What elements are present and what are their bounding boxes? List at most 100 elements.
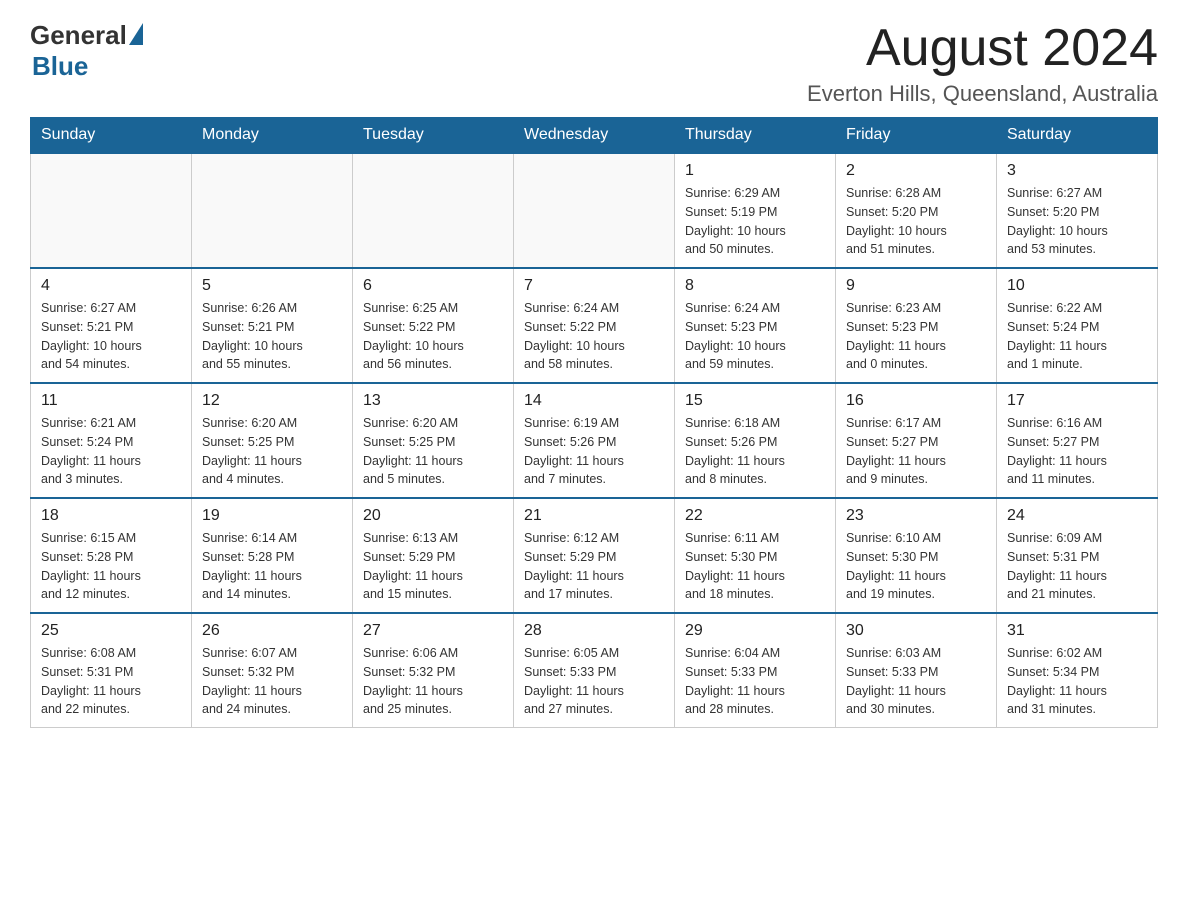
weekday-header-monday: Monday <box>192 118 353 154</box>
day-info: Sunrise: 6:07 AM Sunset: 5:32 PM Dayligh… <box>202 644 342 719</box>
day-info: Sunrise: 6:24 AM Sunset: 5:23 PM Dayligh… <box>685 299 825 374</box>
weekday-header-tuesday: Tuesday <box>353 118 514 154</box>
calendar-cell: 22Sunrise: 6:11 AM Sunset: 5:30 PM Dayli… <box>675 498 836 613</box>
logo-general-text: General <box>30 20 127 51</box>
calendar-cell: 31 Sunrise: 6:02 AM Sunset: 5:34 PM Dayli… <box>997 613 1158 728</box>
calendar-cell: 26 Sunrise: 6:07 AM Sunset: 5:32 PM Dayli… <box>192 613 353 728</box>
day-info: Sunrise: 6:20 AM Sunset: 5:25 PM Dayligh… <box>363 414 503 489</box>
calendar-cell: 28 Sunrise: 6:05 AM Sunset: 5:33 PM Dayli… <box>514 613 675 728</box>
calendar-cell: 13 Sunrise: 6:20 AM Sunset: 5:25 PM Dayli… <box>353 383 514 498</box>
day-info: Sunrise: 6:08 AM Sunset: 5:31 PM Dayligh… <box>41 644 181 719</box>
day-number: 19 <box>202 507 342 525</box>
calendar-week-row: 25 Sunrise: 6:08 AM Sunset: 5:31 PM Dayli… <box>31 613 1158 728</box>
calendar-cell: 1 Sunrise: 6:29 AM Sunset: 5:19 PM Daylig… <box>675 153 836 268</box>
day-number: 1 <box>685 162 825 180</box>
calendar-cell: 8 Sunrise: 6:24 AM Sunset: 5:23 PM Daylig… <box>675 268 836 383</box>
calendar-cell: 20 Sunrise: 6:13 AM Sunset: 5:29 PM Dayli… <box>353 498 514 613</box>
day-number: 10 <box>1007 277 1147 295</box>
calendar-cell: 21Sunrise: 6:12 AM Sunset: 5:29 PM Dayli… <box>514 498 675 613</box>
day-info: Sunrise: 6:25 AM Sunset: 5:22 PM Dayligh… <box>363 299 503 374</box>
day-info: Sunrise: 6:06 AM Sunset: 5:32 PM Dayligh… <box>363 644 503 719</box>
calendar-cell <box>192 153 353 268</box>
day-info: Sunrise: 6:26 AM Sunset: 5:21 PM Dayligh… <box>202 299 342 374</box>
calendar-cell: 24Sunrise: 6:09 AM Sunset: 5:31 PM Dayli… <box>997 498 1158 613</box>
day-info: Sunrise: 6:22 AM Sunset: 5:24 PM Dayligh… <box>1007 299 1147 374</box>
day-number: 21 <box>524 507 664 525</box>
calendar-cell: 18 Sunrise: 6:15 AM Sunset: 5:28 PM Dayli… <box>31 498 192 613</box>
day-number: 28 <box>524 622 664 640</box>
day-number: 9 <box>846 277 986 295</box>
day-number: 8 <box>685 277 825 295</box>
calendar-cell: 17Sunrise: 6:16 AM Sunset: 5:27 PM Dayli… <box>997 383 1158 498</box>
day-info: Sunrise: 6:27 AM Sunset: 5:21 PM Dayligh… <box>41 299 181 374</box>
day-info: Sunrise: 6:05 AM Sunset: 5:33 PM Dayligh… <box>524 644 664 719</box>
day-number: 15 <box>685 392 825 410</box>
day-number: 31 <box>1007 622 1147 640</box>
day-info: Sunrise: 6:03 AM Sunset: 5:33 PM Dayligh… <box>846 644 986 719</box>
month-title: August 2024 <box>807 20 1158 77</box>
calendar-cell: 16Sunrise: 6:17 AM Sunset: 5:27 PM Dayli… <box>836 383 997 498</box>
day-number: 22 <box>685 507 825 525</box>
calendar-cell: 4 Sunrise: 6:27 AM Sunset: 5:21 PM Daylig… <box>31 268 192 383</box>
calendar-header-row: SundayMondayTuesdayWednesdayThursdayFrid… <box>31 118 1158 154</box>
day-info: Sunrise: 6:29 AM Sunset: 5:19 PM Dayligh… <box>685 184 825 259</box>
calendar-cell: 19 Sunrise: 6:14 AM Sunset: 5:28 PM Dayli… <box>192 498 353 613</box>
day-info: Sunrise: 6:02 AM Sunset: 5:34 PM Dayligh… <box>1007 644 1147 719</box>
day-info: Sunrise: 6:13 AM Sunset: 5:29 PM Dayligh… <box>363 529 503 604</box>
logo-blue-text: Blue <box>32 51 88 81</box>
calendar-cell <box>514 153 675 268</box>
day-number: 5 <box>202 277 342 295</box>
day-info: Sunrise: 6:24 AM Sunset: 5:22 PM Dayligh… <box>524 299 664 374</box>
calendar-table: SundayMondayTuesdayWednesdayThursdayFrid… <box>30 117 1158 728</box>
day-info: Sunrise: 6:21 AM Sunset: 5:24 PM Dayligh… <box>41 414 181 489</box>
day-number: 23 <box>846 507 986 525</box>
day-info: Sunrise: 6:27 AM Sunset: 5:20 PM Dayligh… <box>1007 184 1147 259</box>
day-number: 18 <box>41 507 181 525</box>
day-number: 20 <box>363 507 503 525</box>
calendar-cell: 27 Sunrise: 6:06 AM Sunset: 5:32 PM Dayli… <box>353 613 514 728</box>
calendar-cell: 3 Sunrise: 6:27 AM Sunset: 5:20 PM Daylig… <box>997 153 1158 268</box>
day-number: 7 <box>524 277 664 295</box>
day-number: 13 <box>363 392 503 410</box>
day-number: 26 <box>202 622 342 640</box>
calendar-cell: 29 Sunrise: 6:04 AM Sunset: 5:33 PM Dayli… <box>675 613 836 728</box>
day-info: Sunrise: 6:18 AM Sunset: 5:26 PM Dayligh… <box>685 414 825 489</box>
calendar-cell: 6Sunrise: 6:25 AM Sunset: 5:22 PM Daylig… <box>353 268 514 383</box>
day-number: 16 <box>846 392 986 410</box>
calendar-week-row: 11 Sunrise: 6:21 AM Sunset: 5:24 PM Dayli… <box>31 383 1158 498</box>
day-info: Sunrise: 6:14 AM Sunset: 5:28 PM Dayligh… <box>202 529 342 604</box>
calendar-week-row: 4 Sunrise: 6:27 AM Sunset: 5:21 PM Daylig… <box>31 268 1158 383</box>
calendar-cell: 30 Sunrise: 6:03 AM Sunset: 5:33 PM Dayli… <box>836 613 997 728</box>
weekday-header-wednesday: Wednesday <box>514 118 675 154</box>
calendar-cell <box>31 153 192 268</box>
day-info: Sunrise: 6:15 AM Sunset: 5:28 PM Dayligh… <box>41 529 181 604</box>
location-title: Everton Hills, Queensland, Australia <box>807 81 1158 107</box>
calendar-cell: 2Sunrise: 6:28 AM Sunset: 5:20 PM Daylig… <box>836 153 997 268</box>
title-block: August 2024 Everton Hills, Queensland, A… <box>807 20 1158 107</box>
calendar-cell: 7 Sunrise: 6:24 AM Sunset: 5:22 PM Daylig… <box>514 268 675 383</box>
day-number: 25 <box>41 622 181 640</box>
day-info: Sunrise: 6:20 AM Sunset: 5:25 PM Dayligh… <box>202 414 342 489</box>
day-number: 30 <box>846 622 986 640</box>
calendar-cell: 5 Sunrise: 6:26 AM Sunset: 5:21 PM Daylig… <box>192 268 353 383</box>
day-number: 24 <box>1007 507 1147 525</box>
day-number: 27 <box>363 622 503 640</box>
logo: General Blue <box>30 20 143 82</box>
day-number: 17 <box>1007 392 1147 410</box>
day-number: 4 <box>41 277 181 295</box>
weekday-header-sunday: Sunday <box>31 118 192 154</box>
calendar-cell: 11 Sunrise: 6:21 AM Sunset: 5:24 PM Dayli… <box>31 383 192 498</box>
weekday-header-thursday: Thursday <box>675 118 836 154</box>
day-number: 2 <box>846 162 986 180</box>
day-number: 29 <box>685 622 825 640</box>
calendar-week-row: 18 Sunrise: 6:15 AM Sunset: 5:28 PM Dayli… <box>31 498 1158 613</box>
calendar-cell: 15 Sunrise: 6:18 AM Sunset: 5:26 PM Dayli… <box>675 383 836 498</box>
calendar-cell: 25 Sunrise: 6:08 AM Sunset: 5:31 PM Dayli… <box>31 613 192 728</box>
day-number: 11 <box>41 392 181 410</box>
day-number: 3 <box>1007 162 1147 180</box>
calendar-cell <box>353 153 514 268</box>
day-info: Sunrise: 6:23 AM Sunset: 5:23 PM Dayligh… <box>846 299 986 374</box>
calendar-cell: 14Sunrise: 6:19 AM Sunset: 5:26 PM Dayli… <box>514 383 675 498</box>
calendar-cell: 10 Sunrise: 6:22 AM Sunset: 5:24 PM Dayli… <box>997 268 1158 383</box>
day-info: Sunrise: 6:04 AM Sunset: 5:33 PM Dayligh… <box>685 644 825 719</box>
